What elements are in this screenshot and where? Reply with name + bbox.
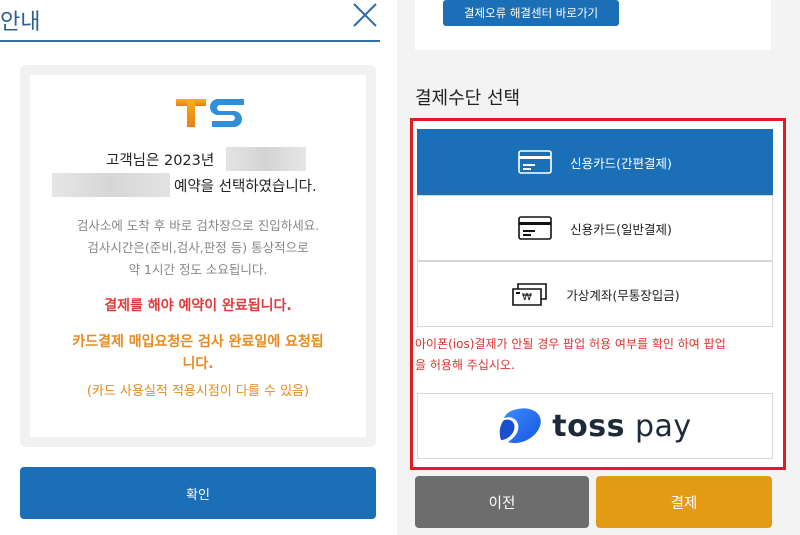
toss-pay-wordmark: toss pay	[552, 408, 692, 444]
option-label: 신용카드(간편결제)	[570, 155, 672, 171]
card-usage-note: (카드 사용실적 적용시점이 다를 수 있음)	[86, 384, 310, 399]
notice-card: 고객님은 2023년 예약을 선택하였습니다. 검사소에 도착 후 바로 검차장…	[20, 65, 376, 447]
title-divider	[0, 40, 380, 42]
help-card: 결제오류 해결센터 바로가기	[415, 0, 771, 50]
ios-popup-notice: 아이폰(ios)결제가 안될 경우 팝업 허용 여부를 확인 하여 팝업 을 허…	[415, 337, 726, 372]
bank-transfer-icon: ₩	[512, 283, 548, 306]
option-credit-card-normal[interactable]: 신용카드(일반결제)	[417, 195, 773, 261]
option-label: 신용카드(일반결제)	[570, 221, 672, 237]
redacted-station	[52, 173, 170, 197]
notice-dialog: 안내 고객님은 2023년 예약을 선택하였습니다. 검사소에 도착 후 바로 …	[0, 0, 397, 535]
redacted-date	[226, 147, 306, 171]
section-title: 결제수단 선택	[415, 88, 521, 109]
confirm-button[interactable]: 확인	[20, 467, 376, 519]
info-line-1: 검사소에 도착 후 바로 검차장으로 진입하세요.	[76, 218, 320, 233]
card-billing-warning-1: 카드결제 매입요청은 검사 완료일에 요청됩	[72, 334, 324, 350]
payment-panel: 결제오류 해결센터 바로가기 결제수단 선택 신용카드(간편결제) 신용카드(일…	[397, 0, 800, 535]
info-line-2: 검사시간은(준비,검사,판정 등) 통상적으로	[87, 240, 309, 255]
payment-method-highlight: 신용카드(간편결제) 신용카드(일반결제) ₩ 가상계좌(무통장입금) 아이폰(…	[410, 118, 786, 470]
card-billing-warning-2: 니다.	[182, 356, 214, 372]
info-line-3: 약 1시간 정도 소요됩니다.	[128, 262, 268, 277]
payment-help-button[interactable]: 결제오류 해결센터 바로가기	[443, 0, 619, 26]
pay-button[interactable]: 결제	[596, 476, 772, 528]
option-virtual-account[interactable]: ₩ 가상계좌(무통장입금)	[417, 261, 773, 327]
close-icon[interactable]	[352, 2, 378, 28]
screen: 안내 고객님은 2023년 예약을 선택하였습니다. 검사소에 도착 후 바로 …	[0, 0, 800, 535]
svg-text:₩: ₩	[522, 292, 532, 303]
prev-button[interactable]: 이전	[415, 476, 589, 528]
option-credit-card-easy[interactable]: 신용카드(간편결제)	[417, 129, 773, 195]
option-toss-pay[interactable]: toss pay	[417, 393, 773, 459]
credit-card-icon	[518, 216, 552, 240]
credit-card-icon	[518, 150, 552, 174]
message-line-1: 고객님은 2023년	[106, 153, 215, 169]
message-line-2: 예약을 선택하였습니다.	[174, 179, 317, 195]
dialog-title: 안내	[0, 10, 41, 35]
option-label: 가상계좌(무통장입금)	[566, 287, 680, 303]
ts-logo-icon	[176, 99, 244, 127]
payment-required-warning: 결제를 해야 예약이 완료됩니다.	[104, 298, 292, 314]
notice-card-body: 고객님은 2023년 예약을 선택하였습니다. 검사소에 도착 후 바로 검차장…	[30, 75, 366, 437]
toss-logo-icon	[500, 408, 542, 444]
